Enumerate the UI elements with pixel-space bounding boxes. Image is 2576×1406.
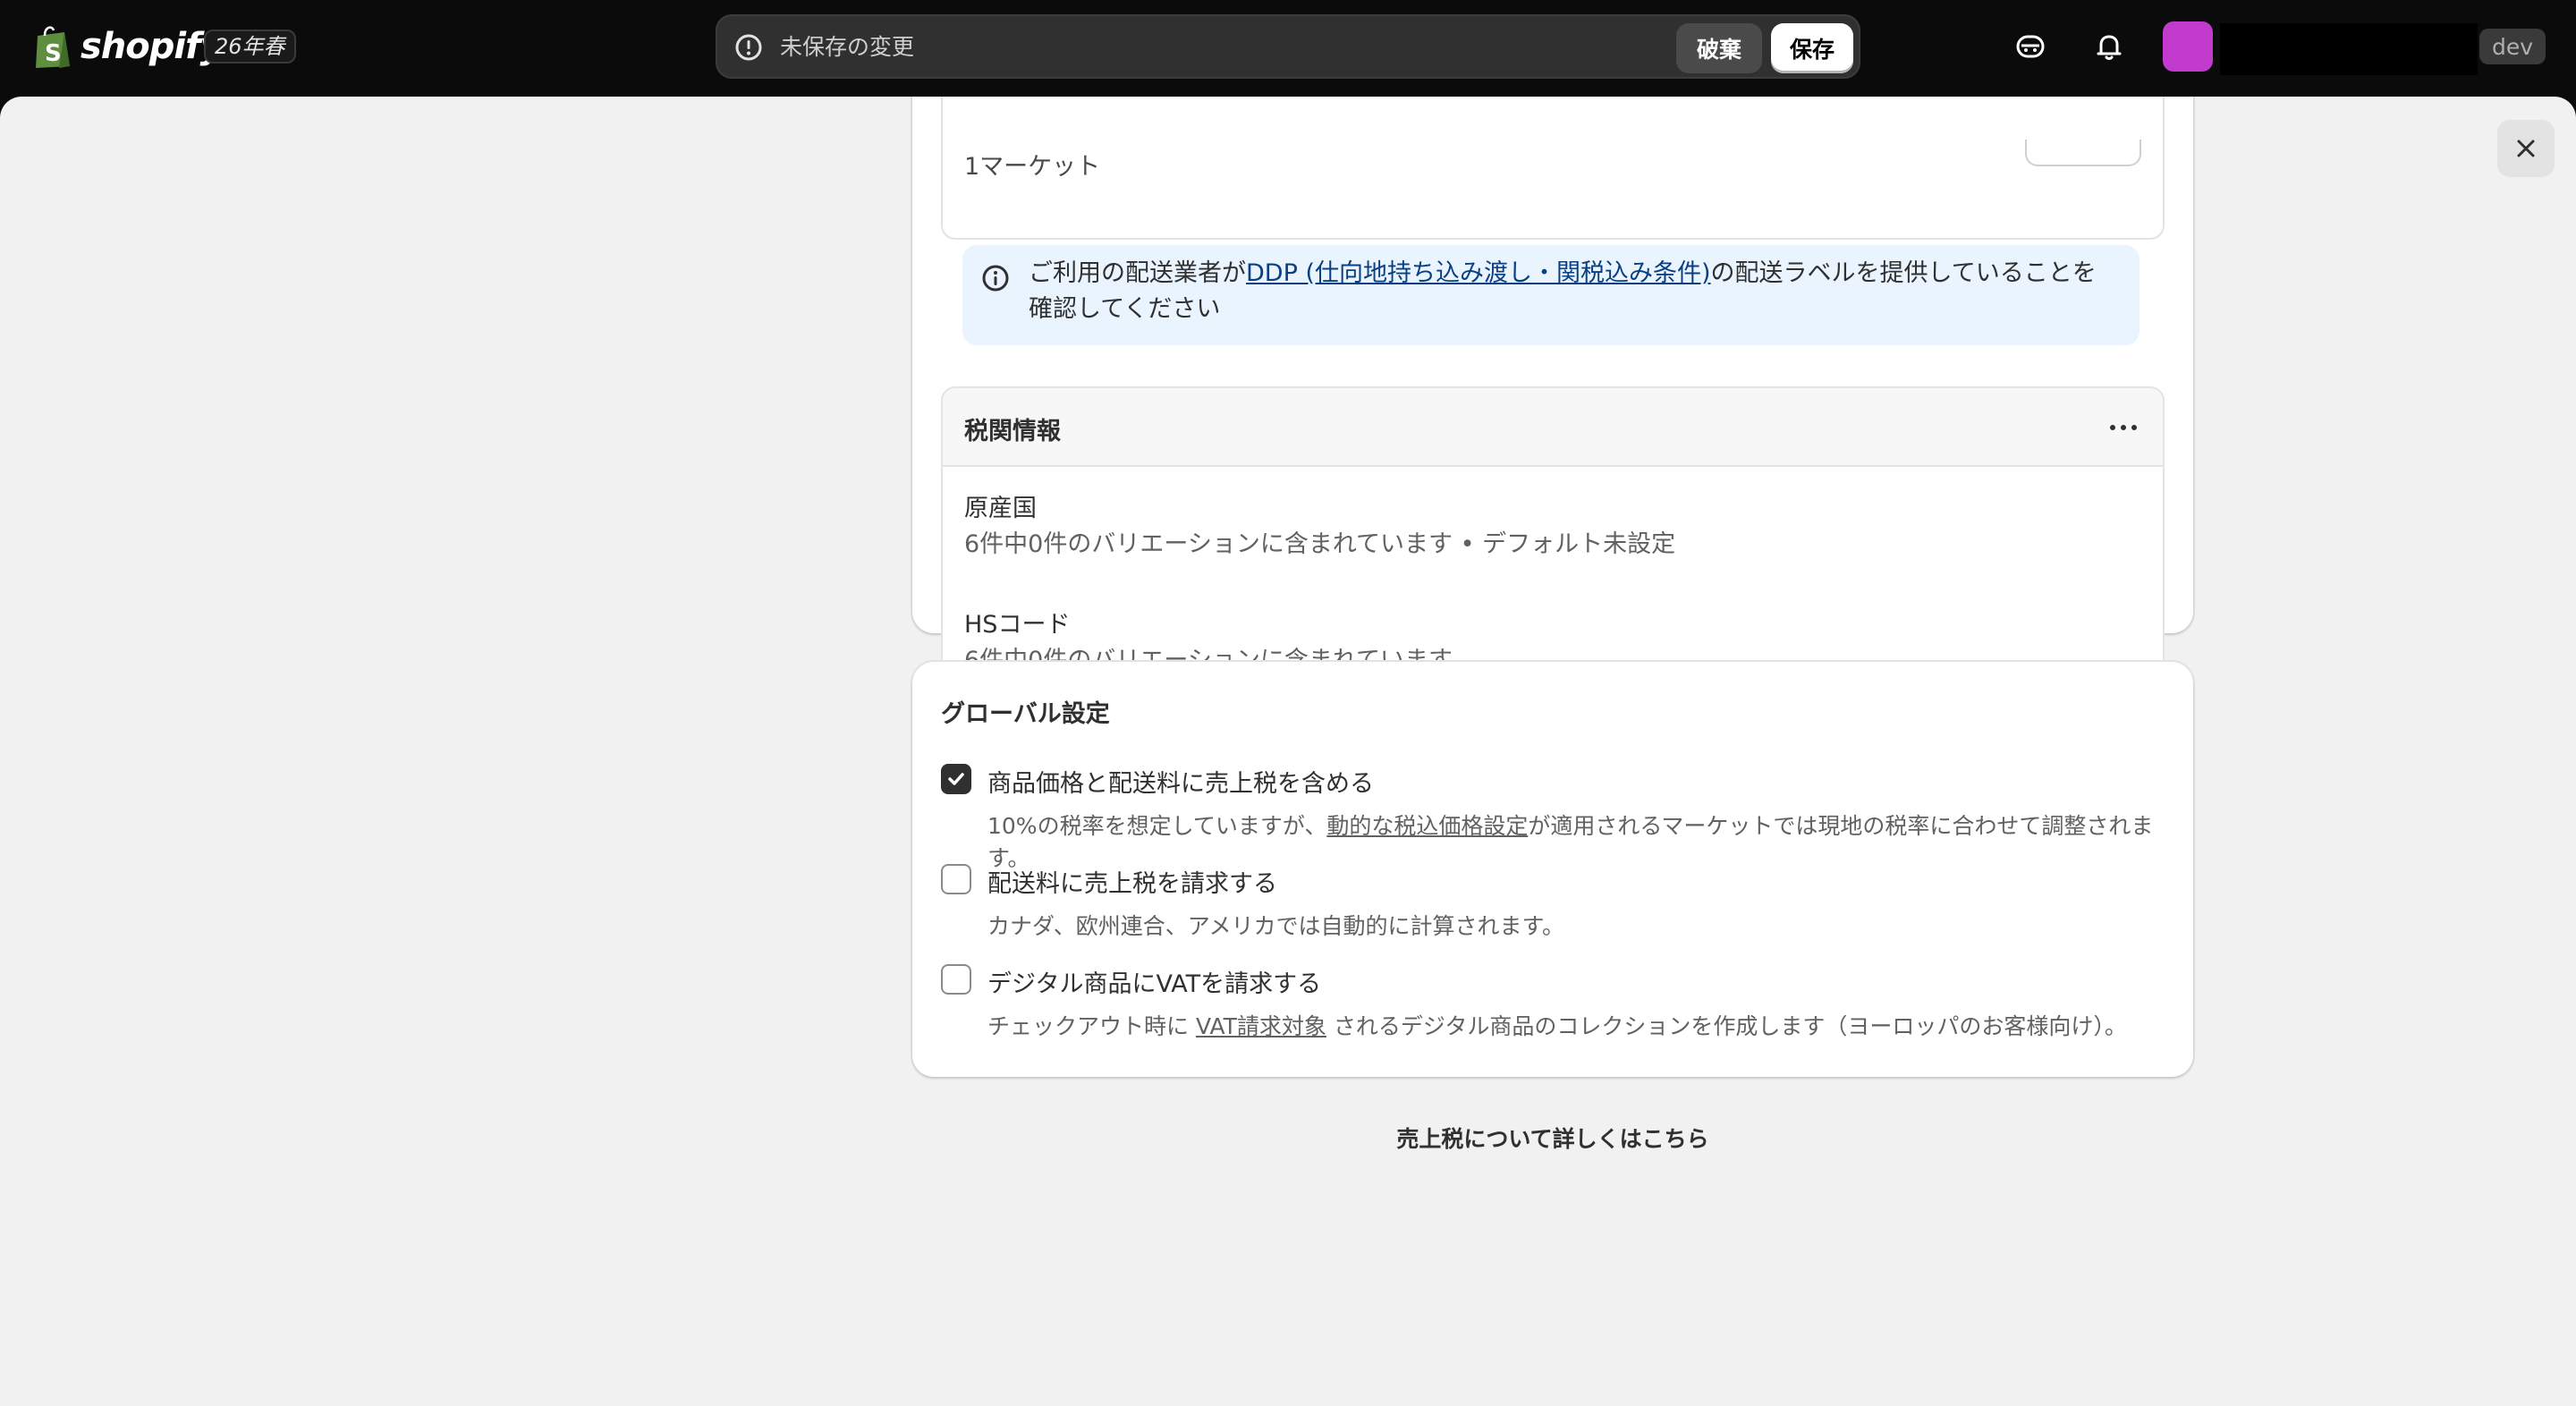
charge-tax-on-shipping-checkbox[interactable] [941, 864, 971, 894]
more-horizontal-icon [2110, 425, 2137, 430]
banner-text: ご利用の配送業者がDDP (仕向地持ち込み渡し・関税込み条件)の配送ラベルを提供… [1029, 256, 2120, 327]
global-settings-title: グローバル設定 [941, 700, 1110, 728]
include-tax-checkbox[interactable] [941, 764, 971, 794]
store-name-redacted[interactable] [2220, 23, 2478, 75]
ddp-info-banner: ご利用の配送業者がDDP (仕向地持ち込み渡し・関税込み条件)の配送ラベルを提供… [962, 245, 2140, 345]
charge-vat-digital-checkbox[interactable] [941, 964, 971, 995]
market-section: 1マーケット [941, 97, 2165, 240]
close-button[interactable] [2497, 120, 2555, 177]
alert-icon [735, 34, 762, 61]
contextual-save-bar: 未保存の変更 破棄 保存 [716, 14, 1860, 79]
brand-name: shopify [80, 26, 224, 67]
shopify-bag-icon: S [36, 26, 70, 68]
info-icon [982, 265, 1009, 292]
include-tax-label[interactable]: 商品価格と配送料に売上税を含める [987, 764, 1374, 799]
customs-section: 税関情報 原産国 6件中0件のバリエーションに含まれています • デフォルト未設… [941, 386, 2165, 701]
svg-text:S: S [45, 40, 62, 67]
store-avatar[interactable] [2163, 21, 2213, 72]
sidekick-icon[interactable] [2011, 27, 2050, 66]
dev-badge: dev [2479, 29, 2546, 64]
charge-tax-on-shipping-label[interactable]: 配送料に売上税を請求する [987, 864, 1277, 899]
shipping-card: 1マーケット ご利用の配送業者がDDP (仕向地持ち込み渡し・関税込み条件)の配… [912, 97, 2193, 701]
vat-eligible-link[interactable]: VAT請求対象 [1196, 1013, 1326, 1039]
vat-help-prefix: チェックアウト時に [987, 1013, 1196, 1039]
include-tax-help-prefix: 10%の税率を想定していますが、 [987, 813, 1327, 839]
market-count: 1マーケット [964, 153, 1101, 181]
checkmark-icon [948, 773, 964, 785]
charge-vat-digital-label[interactable]: デジタル商品にVATを請求する [987, 964, 1321, 999]
notifications-bell-icon[interactable] [2089, 27, 2129, 66]
hs-code-label: HSコード [964, 611, 1071, 639]
global-settings-card: グローバル設定 商品価格と配送料に売上税を含める 10%の税率を想定していますが… [912, 662, 2193, 1077]
vat-help-suffix: されるデジタル商品のコレクションを作成します（ヨーロッパのお客様向け）。 [1326, 1013, 2127, 1039]
country-of-origin-description: 6件中0件のバリエーションに含まれています • デフォルト未設定 [964, 530, 1676, 558]
settings-sheet: 1マーケット ご利用の配送業者がDDP (仕向地持ち込み渡し・関税込み条件)の配… [0, 97, 2576, 1406]
unsaved-changes-message: 未保存の変更 [780, 34, 915, 60]
customs-title: 税関情報 [964, 418, 1061, 445]
edition-badge[interactable]: 26年春 [204, 30, 296, 64]
dynamic-tax-pricing-link[interactable]: 動的な税込価格設定 [1326, 813, 1528, 839]
manage-market-button[interactable] [2025, 140, 2141, 166]
country-of-origin-label: 原産国 [964, 495, 1037, 522]
save-button[interactable]: 保存 [1771, 23, 1853, 73]
charge-tax-on-shipping-help: カナダ、欧州連合、アメリカでは自動的に計算されます。 [987, 913, 1565, 939]
discard-button[interactable]: 破棄 [1676, 23, 1762, 73]
more-actions-button[interactable] [2106, 411, 2141, 444]
banner-text-prefix: ご利用の配送業者が [1029, 259, 1246, 287]
customs-header: 税関情報 [943, 388, 2163, 467]
top-bar: S shopify 26年春 未保存の変更 破棄 保存 dev [0, 0, 2576, 97]
shopify-logo[interactable]: S shopify [32, 21, 224, 72]
close-icon [2517, 140, 2535, 157]
charge-vat-digital-help: チェックアウト時に VAT請求対象 されるデジタル商品のコレクションを作成します… [987, 1009, 2127, 1041]
learn-more-sales-tax-link[interactable]: 売上税について詳しくはこちら [912, 1122, 2193, 1154]
ddp-link[interactable]: DDP (仕向地持ち込み渡し・関税込み条件) [1246, 259, 1711, 287]
